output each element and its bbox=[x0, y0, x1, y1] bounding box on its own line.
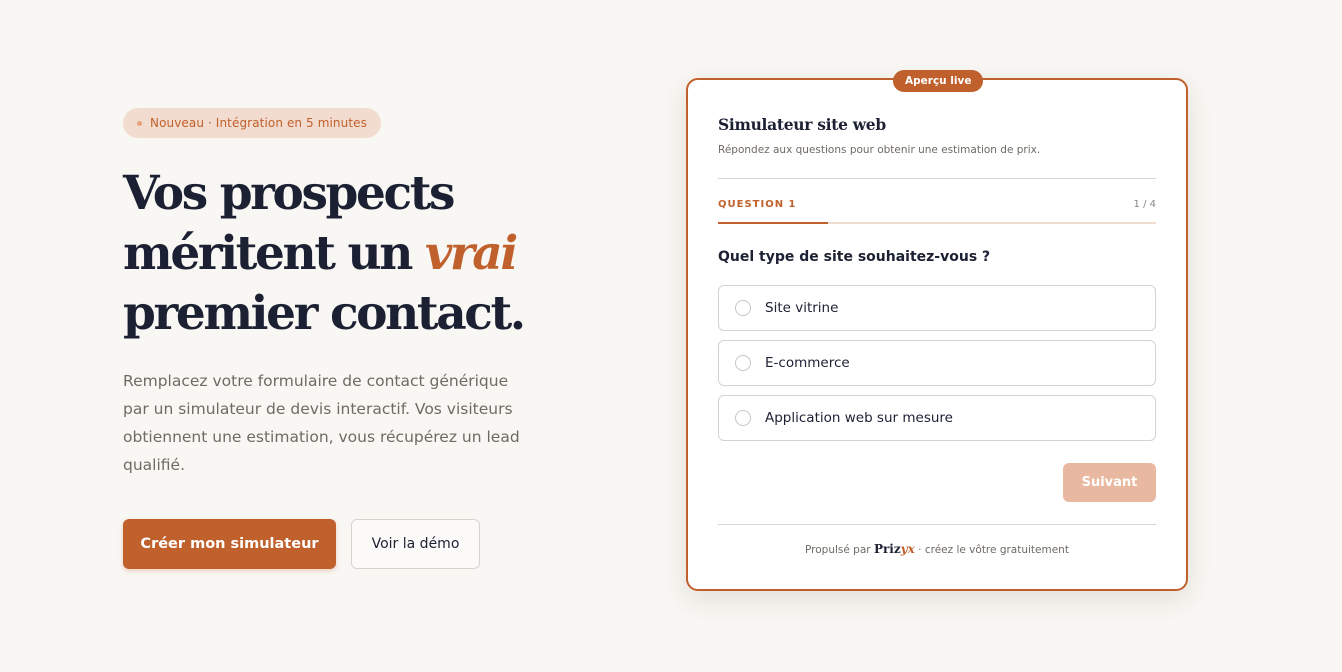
next-button[interactable]: Suivant bbox=[1063, 463, 1156, 502]
option-e-commerce[interactable]: E-commerce bbox=[718, 340, 1156, 386]
option-label: E-commerce bbox=[765, 355, 850, 371]
question-text: Quel type de site souhaitez-vous ? bbox=[718, 249, 991, 265]
footer-suffix: · créez le vôtre gratuitement bbox=[918, 544, 1069, 556]
dot-icon bbox=[137, 120, 142, 126]
simulator-title: Simulateur site web bbox=[718, 115, 886, 134]
new-feature-badge: Nouveau · Intégration en 5 minutes bbox=[123, 108, 381, 138]
option-label: Application web sur mesure bbox=[765, 410, 953, 426]
hero-cta-group: Créer mon simulateur Voir la démo bbox=[123, 519, 563, 569]
hero-section: Nouveau · Intégration en 5 minutes Vos p… bbox=[123, 108, 563, 569]
brand-logo[interactable]: Prizyx bbox=[874, 542, 915, 556]
headline-accent-word: vrai bbox=[425, 226, 518, 281]
option-label: Site vitrine bbox=[765, 300, 839, 316]
headline-line-1: Vos prospects bbox=[123, 166, 456, 221]
live-preview-badge: Aperçu live bbox=[893, 70, 984, 92]
radio-icon[interactable] bbox=[735, 410, 751, 426]
hero-headline: Vos prospects méritent un vrai premier c… bbox=[123, 164, 563, 344]
footer-prefix: Propulsé par bbox=[805, 544, 871, 556]
radio-icon[interactable] bbox=[735, 355, 751, 371]
progress-bar-fill bbox=[718, 222, 828, 224]
headline-line-2: méritent un bbox=[123, 226, 426, 281]
progress-bar bbox=[718, 222, 1156, 224]
headline-line-3: premier contact. bbox=[123, 286, 526, 341]
view-demo-button[interactable]: Voir la démo bbox=[351, 519, 480, 569]
radio-icon[interactable] bbox=[735, 300, 751, 316]
option-site-vitrine[interactable]: Site vitrine bbox=[718, 285, 1156, 331]
simulator-subtitle: Répondez aux questions pour obtenir une … bbox=[718, 144, 1041, 156]
brand-name-accent: yx bbox=[900, 542, 915, 556]
hero-description: Remplacez votre formulaire de contact gé… bbox=[123, 372, 520, 474]
simulator-preview-card: Aperçu live Simulateur site web Répondez… bbox=[686, 70, 1188, 591]
page: Nouveau · Intégration en 5 minutes Vos p… bbox=[0, 0, 1342, 672]
divider bbox=[718, 524, 1156, 525]
brand-name: Priz bbox=[873, 542, 901, 556]
create-simulator-button[interactable]: Créer mon simulateur bbox=[123, 519, 336, 569]
badge-label: Nouveau · Intégration en 5 minutes bbox=[150, 116, 367, 130]
answer-options: Site vitrine E-commerce Application web … bbox=[718, 285, 1156, 450]
divider bbox=[718, 178, 1156, 179]
question-label: QUESTION 1 bbox=[718, 199, 797, 210]
option-application-web[interactable]: Application web sur mesure bbox=[718, 395, 1156, 441]
question-counter: 1 / 4 bbox=[1133, 199, 1156, 210]
powered-by-footer: Propulsé par Prizyx · créez le vôtre gra… bbox=[718, 542, 1156, 556]
